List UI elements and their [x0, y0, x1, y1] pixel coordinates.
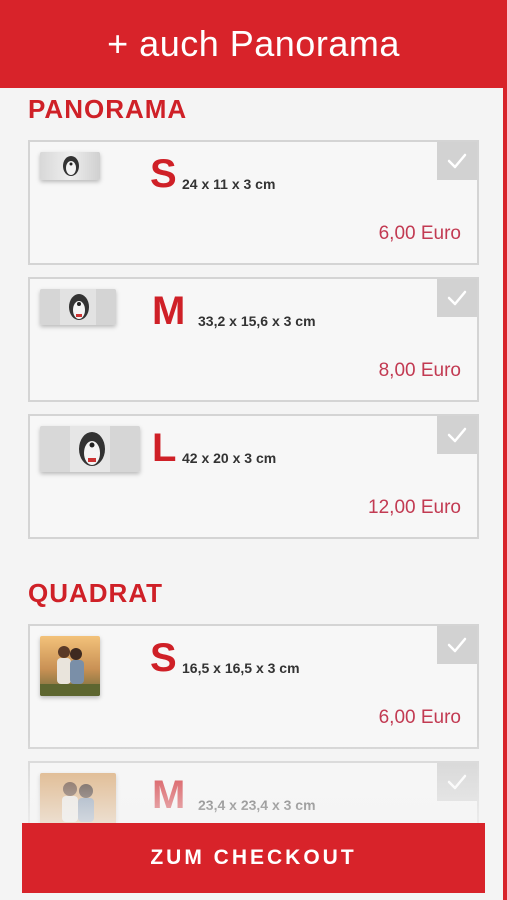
product-card-quadrat-s[interactable]: S 16,5 x 16,5 x 3 cm 6,00 Euro [28, 624, 479, 749]
checkmark-icon [447, 153, 467, 169]
price-text: 8,00 Euro [378, 360, 461, 381]
select-checkbox[interactable] [437, 763, 477, 801]
section-title-panorama: PANORAMA [28, 94, 188, 124]
dimensions-text: 16,5 x 16,5 x 3 cm [182, 660, 300, 676]
select-checkbox[interactable] [437, 416, 477, 454]
product-card-panorama-s[interactable]: S 24 x 11 x 3 cm 6,00 Euro [28, 140, 479, 265]
size-letter: M [152, 773, 186, 817]
dog-panorama-thumbnail [40, 426, 140, 472]
select-checkbox[interactable] [437, 626, 477, 664]
dimensions-text: 23,4 x 23,4 x 3 cm [198, 797, 316, 813]
page-header: + auch Panorama [0, 0, 507, 88]
size-letter: S [150, 152, 177, 196]
product-card-panorama-m[interactable]: M 33,2 x 15,6 x 3 cm 8,00 Euro [28, 277, 479, 402]
price-text: 6,00 Euro [378, 707, 461, 728]
checkmark-icon [447, 290, 467, 306]
couple-square-thumbnail [40, 773, 116, 825]
dog-panorama-thumbnail [40, 289, 116, 325]
checkout-button[interactable]: ZUM CHECKOUT [22, 823, 485, 893]
size-letter: L [152, 426, 177, 470]
checkmark-icon [447, 774, 467, 790]
select-checkbox[interactable] [437, 142, 477, 180]
checkmark-icon [447, 637, 467, 653]
couple-square-thumbnail [40, 636, 100, 696]
dog-panorama-thumbnail [40, 152, 100, 180]
dimensions-text: 24 x 11 x 3 cm [182, 176, 276, 192]
price-text: 12,00 Euro [368, 497, 461, 518]
dimensions-text: 33,2 x 15,6 x 3 cm [198, 313, 316, 329]
header-title: + auch Panorama [107, 23, 400, 64]
select-checkbox[interactable] [437, 279, 477, 317]
dimensions-text: 42 x 20 x 3 cm [182, 450, 277, 466]
checkmark-icon [447, 427, 467, 443]
price-text: 6,00 Euro [378, 223, 461, 244]
product-list[interactable]: PANORAMA S 24 x 11 x 3 cm 6,00 Euro M 33… [0, 88, 503, 900]
right-edge-bar [503, 88, 507, 900]
size-letter: S [150, 636, 177, 680]
product-card-panorama-l[interactable]: L 42 x 20 x 3 cm 12,00 Euro [28, 414, 479, 539]
section-title-quadrat: QUADRAT [28, 578, 164, 608]
size-letter: M [152, 289, 186, 333]
